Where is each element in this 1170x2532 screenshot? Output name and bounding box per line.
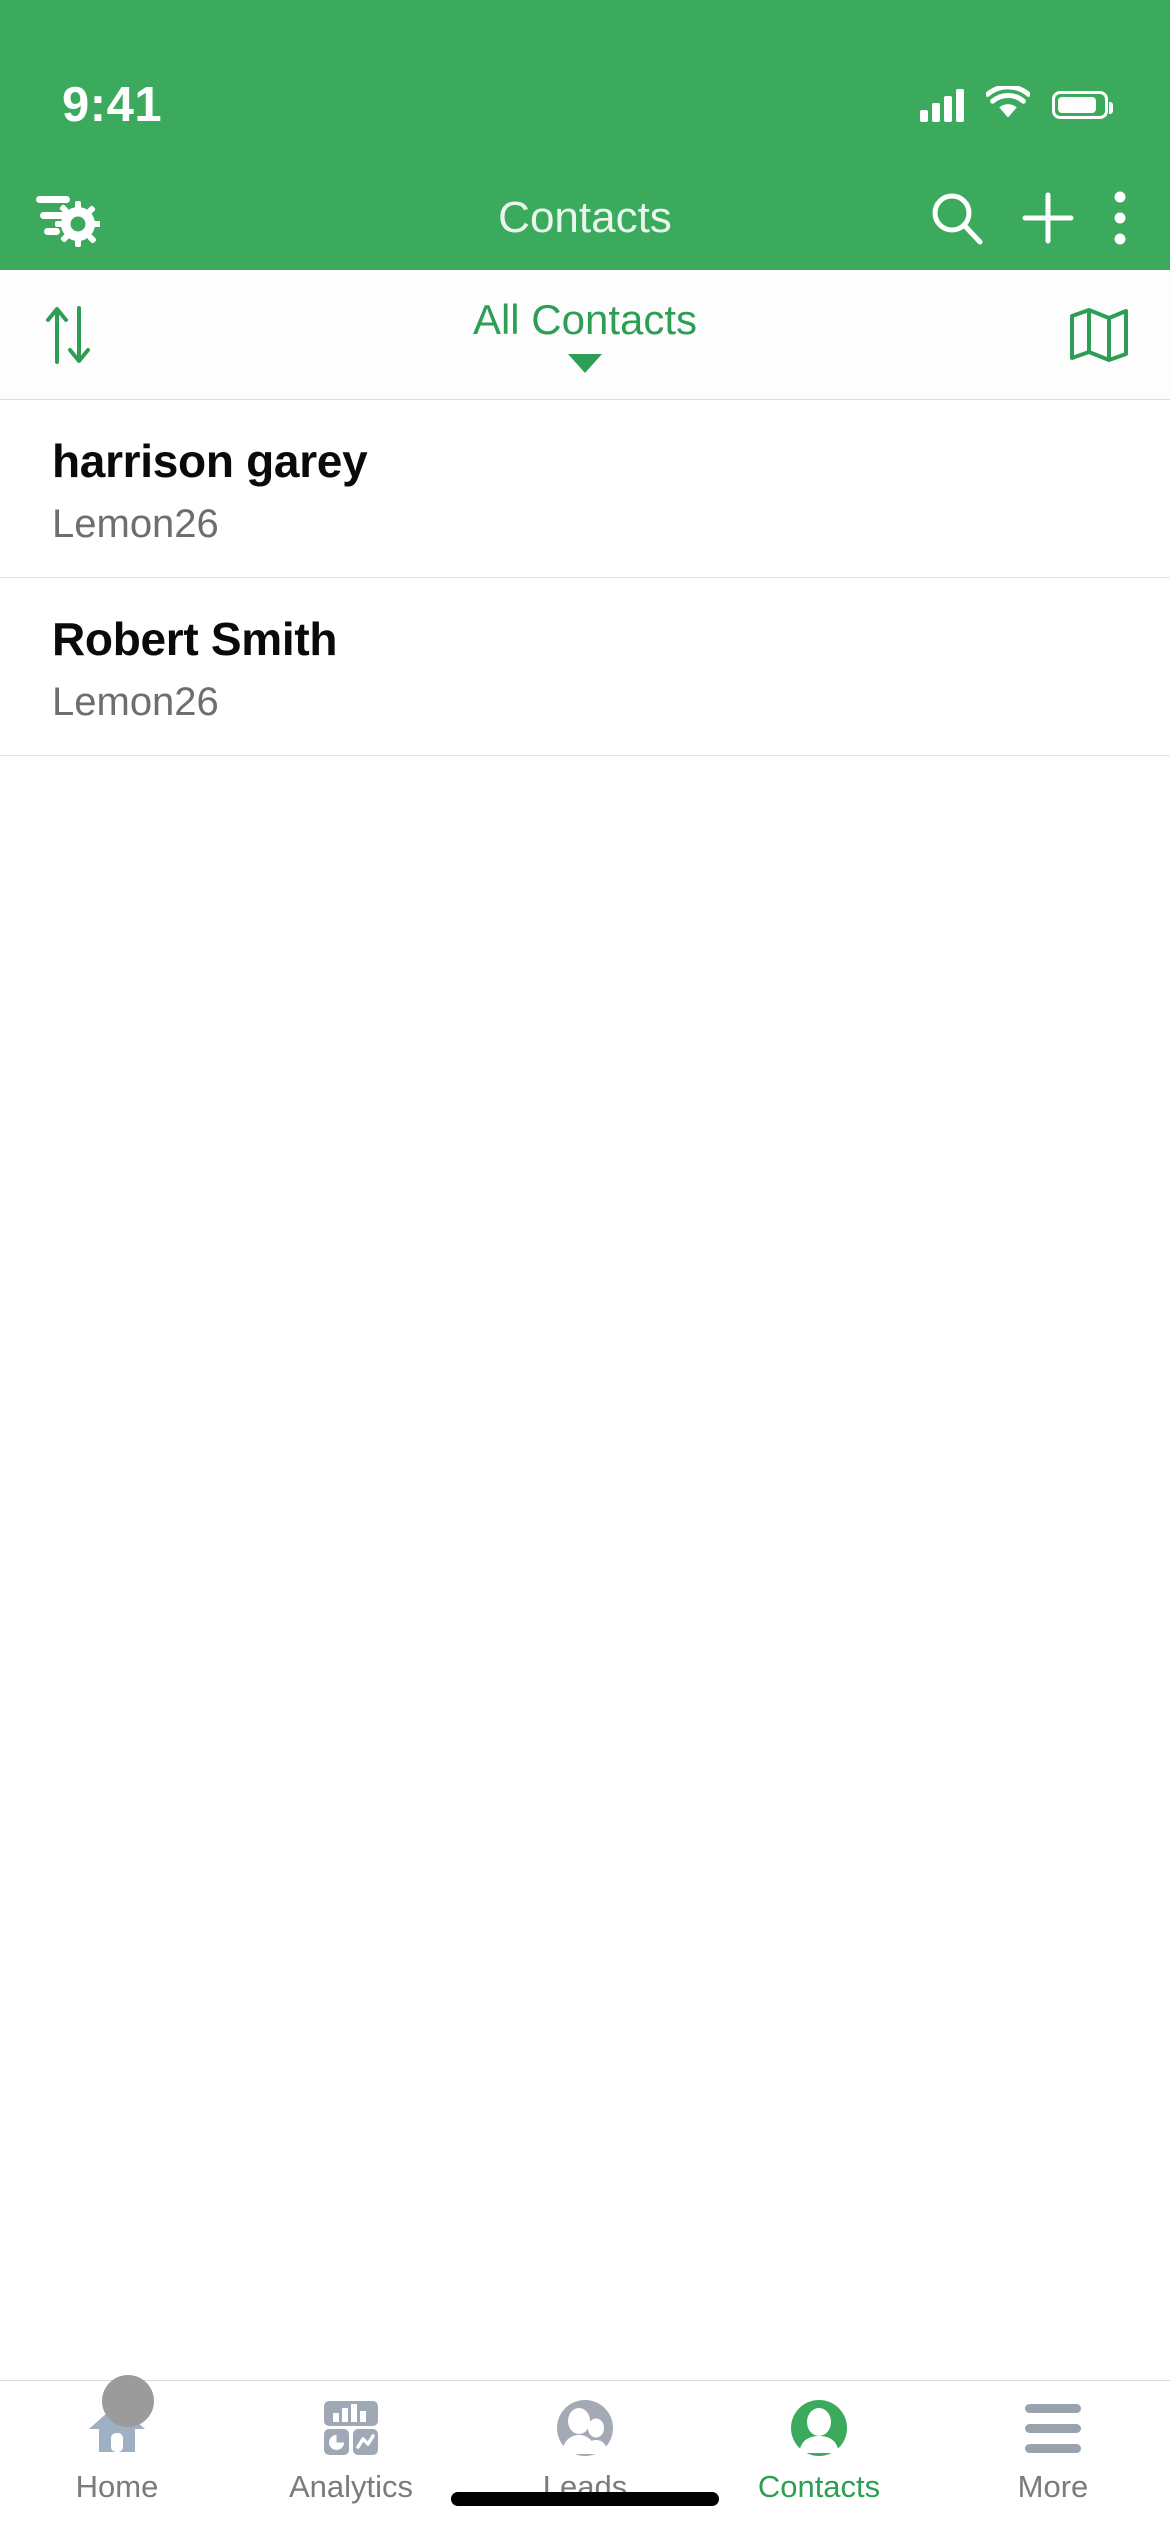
home-indicator (451, 2492, 719, 2506)
tab-more[interactable]: More (936, 2397, 1170, 2505)
cellular-signal-icon (920, 88, 964, 122)
contact-view-filter-label: All Contacts (472, 296, 698, 343)
plus-icon[interactable] (1020, 190, 1076, 246)
app-screen: 9:41 Contacts All Contacts harrison gare… (0, 0, 1170, 2532)
contact-subtitle: Lemon26 (52, 680, 219, 724)
contact-view-filter: All Contacts (0, 296, 1170, 373)
contact-subtitle: Lemon26 (52, 502, 219, 546)
tab-label-analytics: Analytics (288, 2469, 414, 2504)
contact-view-filter-button[interactable]: All Contacts (473, 296, 697, 373)
sort-arrows-icon[interactable] (40, 304, 96, 366)
home-notification-badge (102, 2375, 154, 2427)
contact-list-item[interactable]: Robert Smith Lemon26 (0, 578, 1170, 756)
bottom-tab-bar: Home Analytics Leads Contacts More (0, 2375, 1170, 2532)
status-bar-icons (920, 83, 1113, 125)
tab-label-home: Home (75, 2469, 159, 2504)
status-bar-time: 9:41 (62, 78, 163, 132)
home-icon (86, 2375, 154, 2459)
search-icon[interactable] (928, 189, 986, 247)
battery-icon (1052, 91, 1113, 119)
filter-bar: All Contacts (0, 270, 1170, 400)
filter-settings-icon[interactable] (34, 188, 100, 248)
contact-list: harrison garey Lemon26 Robert Smith Lemo… (0, 400, 1170, 2380)
app-bar: Contacts (0, 166, 1170, 270)
app-bar-left-actions (34, 188, 100, 248)
tab-home[interactable]: Home (0, 2375, 234, 2505)
tab-contacts[interactable]: Contacts (702, 2397, 936, 2505)
wifi-icon (985, 83, 1031, 125)
contact-name: Robert Smith (52, 613, 338, 665)
map-icon[interactable] (1068, 306, 1130, 364)
app-bar-right-actions (928, 189, 1130, 247)
tab-analytics[interactable]: Analytics (234, 2397, 468, 2505)
chevron-down-icon (568, 354, 602, 373)
overflow-menu-icon[interactable] (1110, 189, 1130, 247)
tab-label-contacts: Contacts (757, 2469, 881, 2504)
analytics-icon (322, 2397, 380, 2459)
tab-label-more: More (1017, 2469, 1089, 2504)
contacts-icon (789, 2397, 849, 2459)
tab-leads[interactable]: Leads (468, 2397, 702, 2505)
more-menu-icon (1025, 2397, 1081, 2459)
contact-list-item[interactable]: harrison garey Lemon26 (0, 400, 1170, 578)
leads-icon (555, 2397, 615, 2459)
contact-name: harrison garey (52, 435, 368, 487)
status-bar: 9:41 (0, 0, 1170, 166)
